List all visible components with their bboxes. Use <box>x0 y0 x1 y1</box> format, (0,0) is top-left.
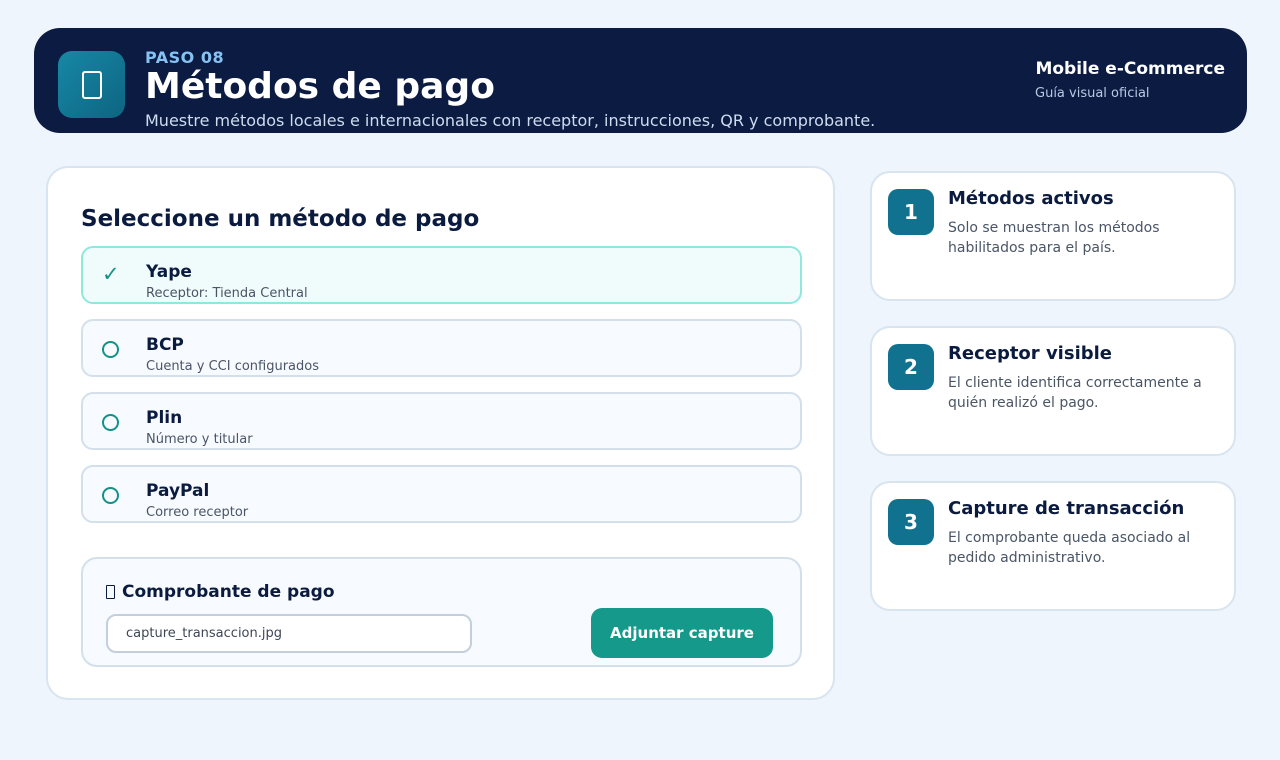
payment-method-card: Seleccione un método de pago ✓ Yape Rece… <box>46 166 835 700</box>
method-name: BCP <box>146 335 184 355</box>
radio-icon[interactable] <box>102 414 119 431</box>
brand-subtitle: Guía visual oficial <box>1035 86 1150 101</box>
info-description: El comprobante queda asociado al pedido … <box>948 530 1191 566</box>
page-title: Métodos de pago <box>145 66 495 107</box>
method-name: Plin <box>146 408 183 428</box>
info-description: El cliente identifica correctamente a qu… <box>948 375 1202 411</box>
proof-title-label: Comprobante de pago <box>122 582 335 602</box>
info-title: Métodos activos <box>948 188 1114 209</box>
page-subtitle: Muestre métodos locales e internacionale… <box>145 111 876 130</box>
info-title: Capture de transacción <box>948 498 1185 519</box>
brand-name: Mobile e-Commerce <box>1035 59 1225 79</box>
method-option-plin[interactable]: Plin Número y titular <box>81 392 802 450</box>
method-option-paypal[interactable]: PayPal Correo receptor <box>81 465 802 523</box>
attach-capture-button[interactable]: Adjuntar capture <box>591 608 773 658</box>
method-description: Correo receptor <box>146 505 249 520</box>
method-description: Cuenta y CCI configurados <box>146 359 320 374</box>
method-name: Yape <box>146 262 192 282</box>
page-header: PASO 08 Métodos de pago Muestre métodos … <box>34 28 1247 133</box>
payment-icon <box>58 51 125 118</box>
section-title: Seleccione un método de pago <box>81 206 480 232</box>
info-title: Receptor visible <box>948 343 1112 364</box>
info-card-visible-receiver: 2 Receptor visible El cliente identifica… <box>870 326 1236 456</box>
step-label: PASO 08 <box>145 48 225 67</box>
check-icon: ✓ <box>102 262 120 286</box>
info-description: Solo se muestran los métodos habilitados… <box>948 220 1160 256</box>
info-card-active-methods: 1 Métodos activos Solo se muestran los m… <box>870 171 1236 301</box>
payment-proof-section: Comprobante de pago Adjuntar capture <box>81 557 802 667</box>
proof-title: Comprobante de pago <box>106 582 335 602</box>
method-description: Receptor: Tienda Central <box>146 286 308 301</box>
method-option-bcp[interactable]: BCP Cuenta y CCI configurados <box>81 319 802 377</box>
method-name: PayPal <box>146 481 210 501</box>
radio-icon[interactable] <box>102 341 119 358</box>
step-number-badge: 2 <box>888 344 934 390</box>
method-option-yape[interactable]: ✓ Yape Receptor: Tienda Central <box>81 246 802 304</box>
step-number-badge: 3 <box>888 499 934 545</box>
info-card-transaction-capture: 3 Capture de transacción El comprobante … <box>870 481 1236 611</box>
document-icon <box>106 585 115 599</box>
step-number-badge: 1 <box>888 189 934 235</box>
file-name-field[interactable] <box>106 614 472 653</box>
method-description: Número y titular <box>146 432 253 447</box>
radio-icon[interactable] <box>102 487 119 504</box>
